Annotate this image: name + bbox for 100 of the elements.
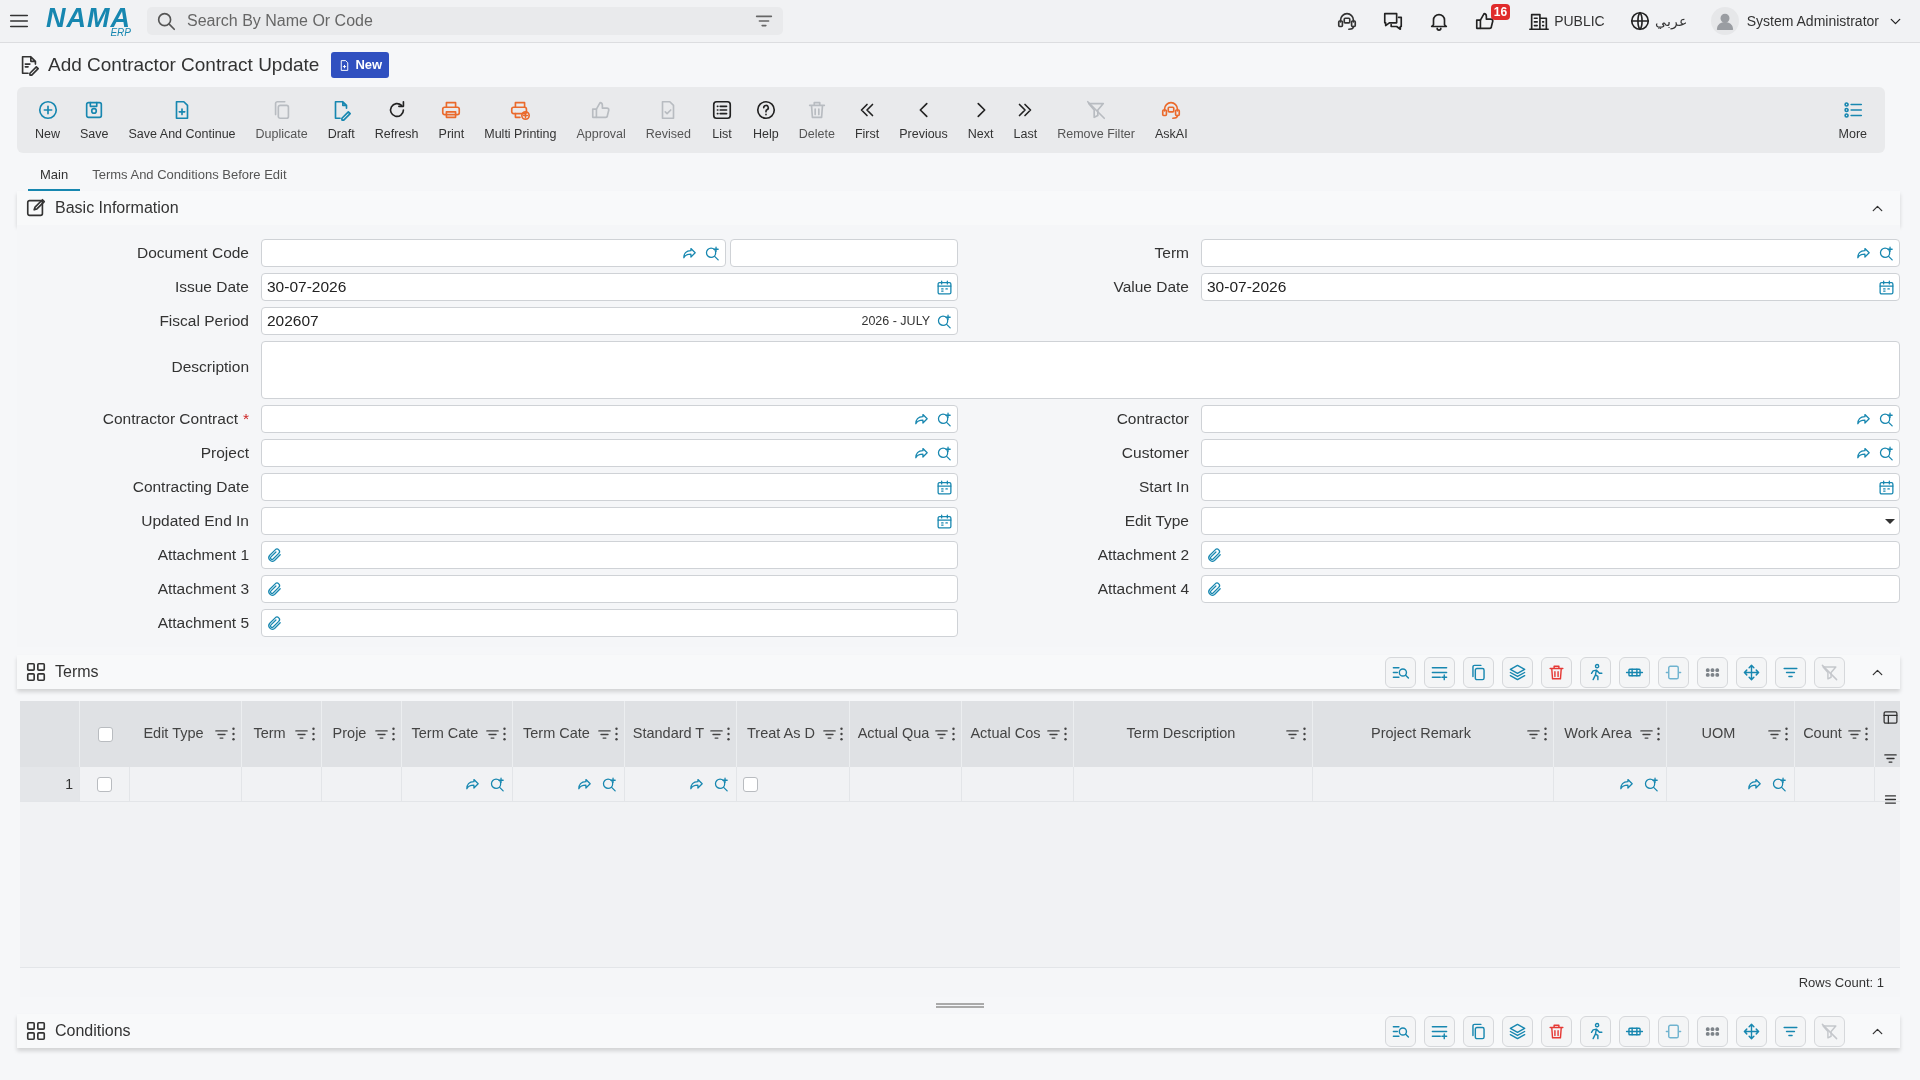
grid-tool-button[interactable] xyxy=(1580,656,1611,688)
column-header[interactable]: Work Area xyxy=(1554,701,1667,767)
input-field[interactable] xyxy=(1201,405,1900,433)
input-field[interactable]: 30-07-2026 xyxy=(1201,273,1900,301)
input-field[interactable] xyxy=(261,439,958,467)
company-name[interactable]: PUBLIC xyxy=(1554,10,1605,32)
more-vertical-icon xyxy=(1303,727,1306,741)
input-field[interactable] xyxy=(261,609,958,637)
input-field[interactable] xyxy=(1201,541,1900,569)
paperclip-icon xyxy=(266,580,283,598)
input-field[interactable] xyxy=(261,541,958,569)
grid-tool-button[interactable] xyxy=(1736,1015,1767,1047)
toolbar-button[interactable]: AskAI xyxy=(1144,92,1198,148)
input-field[interactable] xyxy=(261,473,958,501)
grid-tool-button[interactable] xyxy=(1580,1015,1611,1047)
input-field[interactable] xyxy=(1201,239,1900,267)
column-header[interactable]: Actual Qua xyxy=(850,701,962,767)
more-vertical-icon xyxy=(840,727,843,741)
input-field[interactable] xyxy=(261,507,958,535)
grid-tool-button[interactable] xyxy=(1775,1015,1806,1047)
grid-tool-button[interactable] xyxy=(1541,656,1572,688)
column-header[interactable]: Count xyxy=(1795,701,1875,767)
column-header[interactable]: Actual Cos xyxy=(962,701,1074,767)
chat-icon xyxy=(1382,10,1405,32)
column-header[interactable]: Term xyxy=(242,701,322,767)
paperclip-icon xyxy=(266,546,283,564)
search-icon xyxy=(155,10,177,32)
input-field[interactable] xyxy=(730,239,958,267)
grid-tool-button[interactable] xyxy=(1697,1015,1728,1047)
input-field[interactable]: 202607 2026 - JULY xyxy=(261,307,958,335)
toolbar-button[interactable]: Last xyxy=(1003,92,1048,148)
column-header[interactable]: Term Description xyxy=(1074,701,1313,767)
input-field[interactable] xyxy=(1201,575,1900,603)
grid-tool-button[interactable] xyxy=(1619,656,1650,688)
resize-handle[interactable] xyxy=(936,1003,984,1008)
language-link[interactable]: عربي xyxy=(1654,10,1687,32)
grid-tool-button[interactable] xyxy=(1619,1015,1650,1047)
globe-icon xyxy=(1628,10,1651,32)
period-name: 2026 - JULY xyxy=(861,312,930,330)
field-label: Project xyxy=(199,443,249,464)
field-label: Customer xyxy=(1120,443,1189,464)
cell-checkbox[interactable] xyxy=(743,776,758,792)
grid-tool-button[interactable] xyxy=(1736,656,1767,688)
grid-tool-button[interactable] xyxy=(1424,1015,1455,1047)
search-input[interactable]: Search By Name Or Code xyxy=(185,8,745,34)
input-field[interactable] xyxy=(1201,473,1900,501)
grid-tool-button[interactable] xyxy=(1424,656,1455,688)
grid-tool-button[interactable] xyxy=(1463,1015,1494,1047)
field-label: Attachment 4 xyxy=(1096,579,1189,600)
grid-tool-button[interactable] xyxy=(1658,1015,1689,1047)
dropdown-field[interactable] xyxy=(1201,507,1900,535)
paperclip-icon xyxy=(1206,580,1223,598)
row-checkbox[interactable] xyxy=(97,776,112,792)
column-header[interactable]: Proje xyxy=(322,701,402,767)
toolbar-button[interactable]: New xyxy=(25,92,70,148)
search-plus-icon xyxy=(936,312,953,330)
more-vertical-icon xyxy=(1657,727,1660,741)
toolbar-button[interactable]: List xyxy=(701,92,743,148)
column-header[interactable]: Project Remark xyxy=(1313,701,1554,767)
grid-tool-button[interactable] xyxy=(1775,656,1806,688)
grid-tool-button[interactable] xyxy=(1658,656,1689,688)
input-field[interactable] xyxy=(1201,439,1900,467)
column-header[interactable]: UOM xyxy=(1667,701,1795,767)
select-all-checkbox[interactable] xyxy=(97,726,113,742)
grid-tool-button[interactable] xyxy=(1502,656,1533,688)
grid-tool-button[interactable] xyxy=(1385,1015,1416,1047)
toolbar-button[interactable]: Draft xyxy=(317,92,365,148)
input-field[interactable] xyxy=(261,239,726,267)
toolbar-button[interactable]: Print xyxy=(428,92,475,148)
toolbar-button[interactable]: Previous xyxy=(889,92,958,148)
input-field[interactable] xyxy=(261,575,958,603)
search-plus-icon xyxy=(1878,410,1895,428)
toolbar-button[interactable]: First xyxy=(844,92,890,148)
toolbar-button[interactable]: More xyxy=(1828,92,1877,148)
toolbar-button[interactable]: Next xyxy=(957,92,1004,148)
grid-tool-button[interactable] xyxy=(1541,1015,1572,1047)
grid-tool-button[interactable] xyxy=(1463,656,1494,688)
toolbar-button[interactable]: Refresh xyxy=(364,92,429,148)
grid-tool-button[interactable] xyxy=(1502,1015,1533,1047)
tab[interactable]: Terms And Conditions Before Edit xyxy=(80,159,299,191)
column-header[interactable]: Term Cate xyxy=(402,701,513,767)
toolbar-button[interactable]: Multi Printing xyxy=(474,92,567,148)
grid-tool-button[interactable] xyxy=(1385,656,1416,688)
more-vertical-icon xyxy=(392,727,395,741)
grid-tool-button[interactable] xyxy=(1697,656,1728,688)
toolbar-button[interactable]: Save xyxy=(70,92,119,148)
toolbar-button[interactable]: Save And Continue xyxy=(118,92,246,148)
column-header[interactable]: Standard T xyxy=(625,701,737,767)
input-field[interactable]: 30-07-2026 xyxy=(261,273,958,301)
user-name[interactable]: System Administrator xyxy=(1746,10,1879,32)
search-plus-icon xyxy=(601,775,618,793)
input-field[interactable] xyxy=(261,405,958,433)
more-vertical-icon xyxy=(1064,727,1067,741)
field-label: Attachment 1 xyxy=(156,545,249,566)
toolbar-button[interactable]: Help xyxy=(743,92,789,148)
search-field[interactable]: Search By Name Or Code xyxy=(147,7,783,35)
description-field[interactable] xyxy=(261,341,1900,399)
column-header[interactable]: Treat As D xyxy=(737,701,850,767)
column-header[interactable]: Edit Type xyxy=(130,701,242,767)
column-header[interactable]: Term Cate xyxy=(513,701,625,767)
